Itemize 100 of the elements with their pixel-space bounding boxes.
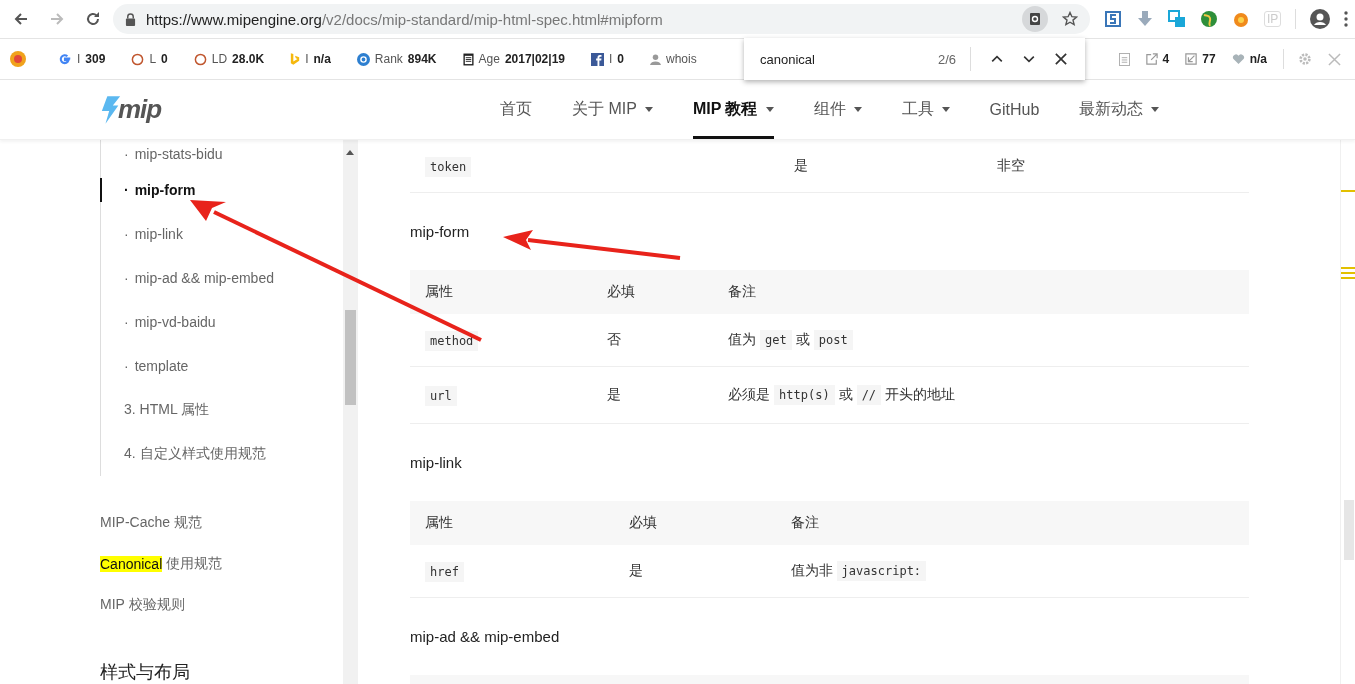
cell-text: 值为 xyxy=(728,331,757,347)
calendar-icon[interactable] xyxy=(462,52,474,66)
seo-metric-label: LD xyxy=(211,52,228,66)
nav-link[interactable]: GitHub xyxy=(989,80,1040,139)
section-heading: mip-link xyxy=(410,453,462,473)
sidebar-item[interactable]: · mip-vd-baidu xyxy=(100,300,343,344)
ring-icon[interactable] xyxy=(193,52,207,66)
extension-icon[interactable] xyxy=(1168,10,1186,28)
heart-icon[interactable] xyxy=(1231,53,1245,65)
seo-metric-label: whois xyxy=(666,52,697,66)
close-icon[interactable] xyxy=(1055,53,1067,65)
cell-text: 是 xyxy=(607,386,622,402)
menu-icon[interactable] xyxy=(1344,11,1349,27)
seo-metric-value: 77 xyxy=(1202,52,1216,66)
sidebar-item[interactable]: · mip-stats-bidu xyxy=(100,140,343,168)
seo-metric-value: 0 xyxy=(617,52,624,66)
match-count: 2/6 xyxy=(937,51,956,67)
sidebar-item[interactable]: · mip-link xyxy=(100,212,343,256)
seo-metric-label: L xyxy=(149,52,157,66)
column-header: 属性 xyxy=(410,270,593,314)
seo-metric-label: Age xyxy=(478,52,500,66)
column-header: 备注 xyxy=(775,501,1249,545)
seo-metric-value: n/a xyxy=(313,52,331,66)
scrollbar-thumb[interactable] xyxy=(1344,500,1354,560)
reload-icon[interactable] xyxy=(85,11,101,27)
profile-icon[interactable] xyxy=(1310,9,1331,29)
column-header: 必填 xyxy=(613,501,776,545)
nav-link[interactable]: 最新动态 xyxy=(1079,80,1160,139)
nav-link[interactable]: MIP 教程 xyxy=(692,80,774,139)
extension-icon[interactable] xyxy=(1104,10,1122,28)
ring-icon[interactable] xyxy=(131,52,145,66)
person-icon[interactable] xyxy=(650,53,661,65)
code-snippet: javascript: xyxy=(836,561,927,581)
page-scrollbar[interactable] xyxy=(1340,140,1355,684)
scroll-up-icon[interactable] xyxy=(346,150,354,155)
inbound-link-icon[interactable] xyxy=(1185,53,1198,65)
seo-metric-value: 0 xyxy=(161,52,168,66)
lock-icon xyxy=(125,12,136,26)
code-snippet: // xyxy=(856,385,882,405)
seo-metric-label: Rank xyxy=(374,52,403,66)
sidebar-item[interactable]: · template xyxy=(100,344,343,388)
document-icon[interactable] xyxy=(1118,52,1130,66)
seo-metric-value: 4 xyxy=(1162,52,1170,66)
cell-text: 必须是 xyxy=(728,386,771,402)
facebook-icon[interactable] xyxy=(591,52,604,66)
find-match-marker xyxy=(1341,267,1355,281)
site-logo[interactable]: mip xyxy=(118,94,162,125)
cell-text: 开头的地址 xyxy=(885,386,956,402)
find-query-field[interactable]: canonical xyxy=(760,51,918,67)
external-link-icon[interactable] xyxy=(1145,53,1158,65)
download-icon[interactable] xyxy=(1136,10,1154,28)
seoquake-logo-icon[interactable] xyxy=(8,50,28,68)
sidebar-item[interactable]: 4. 自定义样式使用规范 xyxy=(100,432,343,476)
cell-text: 是 xyxy=(794,157,809,173)
seo-metric-value: 894K xyxy=(407,52,437,66)
scrollbar[interactable] xyxy=(343,140,358,684)
seo-metric-value: 309 xyxy=(85,52,106,66)
back-icon[interactable] xyxy=(13,11,29,27)
chevron-down-icon[interactable] xyxy=(1023,55,1035,63)
scrollbar-thumb[interactable] xyxy=(345,310,356,405)
find-match-marker xyxy=(1341,190,1355,192)
sidebar-section-title: 样式与布局 xyxy=(100,661,191,684)
code-snippet: get xyxy=(760,330,792,350)
extension-icon[interactable] xyxy=(1232,10,1250,28)
cell-text: 非空 xyxy=(996,157,1025,173)
column-header: 属性 xyxy=(410,501,614,545)
sidebar-item[interactable]: Canonical 使用规范 xyxy=(100,543,343,585)
nav-link[interactable]: 首页 xyxy=(500,80,532,139)
nav-link[interactable]: 组件 xyxy=(813,80,862,139)
cell-text: 是 xyxy=(628,562,643,578)
cell-text: 或 xyxy=(795,331,810,347)
nav-link[interactable]: 工具 xyxy=(901,80,950,139)
chevron-up-icon[interactable] xyxy=(991,55,1003,63)
cell-text: 值为非 xyxy=(790,562,833,578)
cell-text: 否 xyxy=(607,331,622,347)
section-heading: mip-form xyxy=(410,222,470,242)
sidebar-item[interactable]: · mip-ad && mip-embed xyxy=(100,256,343,300)
seo-metric-label: I xyxy=(305,52,309,66)
code-snippet: method xyxy=(425,331,479,351)
nav-link[interactable]: 关于 MIP xyxy=(572,80,653,139)
cell-text: 或 xyxy=(838,386,853,402)
seo-metric-value: n/a xyxy=(1249,52,1267,66)
section-heading: mip-ad && mip-embed xyxy=(410,627,560,647)
seo-metric-value: 28.0K xyxy=(232,52,265,66)
seo-metric-label: I xyxy=(609,52,613,66)
sidebar-item[interactable]: MIP-Cache 规范 xyxy=(100,502,343,544)
sidebar-item[interactable]: MIP 校验规则 xyxy=(100,584,343,626)
alexa-icon[interactable] xyxy=(356,52,370,66)
google-icon[interactable] xyxy=(58,52,72,66)
seo-metric-value: 2017|02|19 xyxy=(504,52,565,66)
code-snippet: post xyxy=(813,330,853,350)
globe-icon[interactable] xyxy=(1200,10,1218,28)
seo-metric-label: I xyxy=(77,52,81,66)
star-icon[interactable] xyxy=(1062,11,1078,27)
sidebar-item[interactable]: 3. HTML 属性 xyxy=(100,388,343,432)
code-snippet: href xyxy=(425,562,464,582)
find-icon[interactable] xyxy=(1022,6,1048,32)
column-header: 必填 xyxy=(592,270,714,314)
address-bar[interactable]: https://www.mipengine.org/v2/docs/mip-standard/mip-html-spec.html#mipform xyxy=(113,4,1090,34)
column-header: 备注 xyxy=(713,270,1249,314)
